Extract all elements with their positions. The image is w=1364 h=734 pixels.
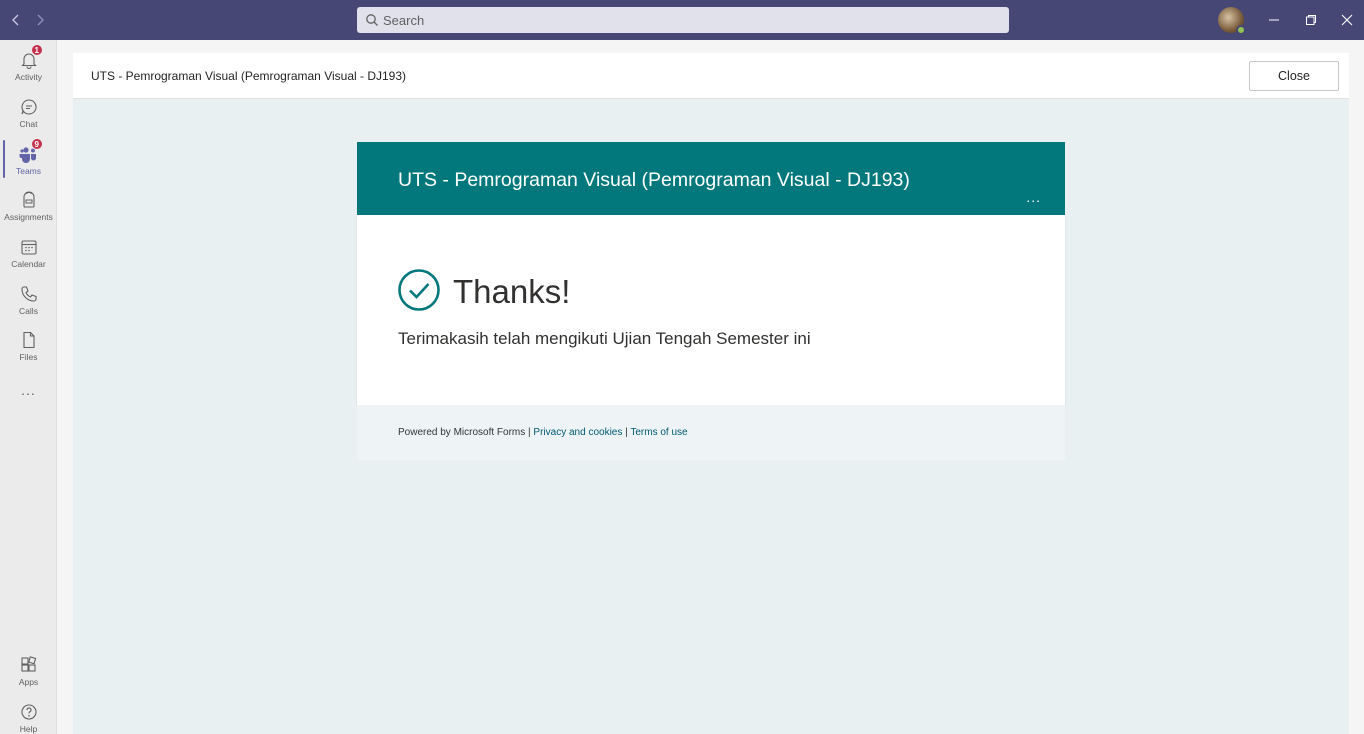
phone-icon xyxy=(19,284,39,304)
apps-icon xyxy=(19,655,39,675)
search-icon xyxy=(365,13,379,27)
app-rail: 1 Activity Chat 9 Teams Assignments Cale… xyxy=(0,40,57,734)
powered-by-text: Powered by Microsoft Forms | xyxy=(398,427,531,438)
close-button[interactable]: Close xyxy=(1249,61,1339,91)
form-card: UTS - Pemrograman Visual (Pemrograman Vi… xyxy=(357,142,1065,460)
rail-item-label: Calendar xyxy=(11,259,46,269)
close-window-button[interactable] xyxy=(1337,10,1357,30)
rail-item-label: Calls xyxy=(19,306,38,316)
restore-icon xyxy=(1306,15,1316,25)
rail-item-label: Chat xyxy=(19,119,38,129)
rail-item-calls[interactable]: Calls xyxy=(0,276,57,322)
search-input[interactable] xyxy=(383,12,983,28)
rail-item-activity[interactable]: 1 Activity xyxy=(0,42,57,88)
footer-separator: | xyxy=(625,427,628,438)
activity-badge: 1 xyxy=(30,44,43,56)
checkmark-circle-icon xyxy=(398,269,440,311)
panel-title: UTS - Pemrograman Visual (Pemrograman Vi… xyxy=(91,69,407,83)
avatar[interactable] xyxy=(1218,7,1246,35)
rail-item-label: Files xyxy=(19,352,38,362)
chat-icon xyxy=(19,97,39,117)
calendar-icon xyxy=(19,237,39,257)
form-body: Thanks! Terimakasih telah mengikuti Ujia… xyxy=(357,215,1065,405)
close-icon xyxy=(1341,14,1353,26)
form-header: UTS - Pemrograman Visual (Pemrograman Vi… xyxy=(357,142,1065,215)
rail-item-label: Apps xyxy=(18,677,39,687)
title-bar xyxy=(0,0,1364,40)
restore-button[interactable] xyxy=(1301,10,1321,30)
rail-item-label: Activity xyxy=(15,72,42,82)
rail-item-label: Teams xyxy=(15,166,42,176)
rail-item-chat[interactable]: Chat xyxy=(0,89,57,135)
minimize-icon xyxy=(1269,19,1279,21)
rail-item-calendar[interactable]: Calendar xyxy=(0,229,57,275)
backpack-icon xyxy=(19,190,39,210)
chevron-left-icon xyxy=(12,14,19,26)
bell-icon: 1 xyxy=(19,44,43,70)
footer-line: Powered by Microsoft Forms | Privacy and… xyxy=(398,427,688,438)
search-box[interactable] xyxy=(357,7,1009,33)
rail-item-label: Help xyxy=(19,724,38,734)
thanks-message: Terimakasih telah mengikuti Ujian Tengah… xyxy=(398,329,811,348)
more-options-button[interactable]: ... xyxy=(1026,190,1041,204)
panel-header: UTS - Pemrograman Visual (Pemrograman Vi… xyxy=(73,53,1349,99)
more-apps-button[interactable]: ... xyxy=(0,378,57,402)
rail-item-files[interactable]: Files xyxy=(0,322,57,368)
presence-available-icon xyxy=(1236,25,1246,35)
rail-item-label: Assignments xyxy=(4,212,53,222)
chevron-right-icon xyxy=(37,14,44,26)
teams-icon: 9 xyxy=(19,138,43,164)
rail-item-teams[interactable]: 9 Teams xyxy=(0,136,57,182)
privacy-link[interactable]: Privacy and cookies xyxy=(533,427,622,438)
thanks-heading: Thanks! xyxy=(453,273,571,310)
forward-button[interactable] xyxy=(30,10,50,30)
main-area: UTS - Pemrograman Visual (Pemrograman Vi… xyxy=(57,40,1364,734)
terms-link[interactable]: Terms of use xyxy=(630,427,687,438)
form-footer: Powered by Microsoft Forms | Privacy and… xyxy=(357,405,1065,460)
rail-item-help[interactable]: Help xyxy=(0,694,57,734)
teams-badge: 9 xyxy=(30,138,43,150)
file-icon xyxy=(19,330,39,350)
minimize-button[interactable] xyxy=(1264,10,1284,30)
forms-panel: UTS - Pemrograman Visual (Pemrograman Vi… xyxy=(73,53,1349,734)
help-icon xyxy=(19,702,39,722)
back-button[interactable] xyxy=(6,10,26,30)
rail-item-apps[interactable]: Apps xyxy=(0,647,57,693)
form-title: UTS - Pemrograman Visual (Pemrograman Vi… xyxy=(398,169,910,191)
rail-item-assignments[interactable]: Assignments xyxy=(0,182,57,228)
